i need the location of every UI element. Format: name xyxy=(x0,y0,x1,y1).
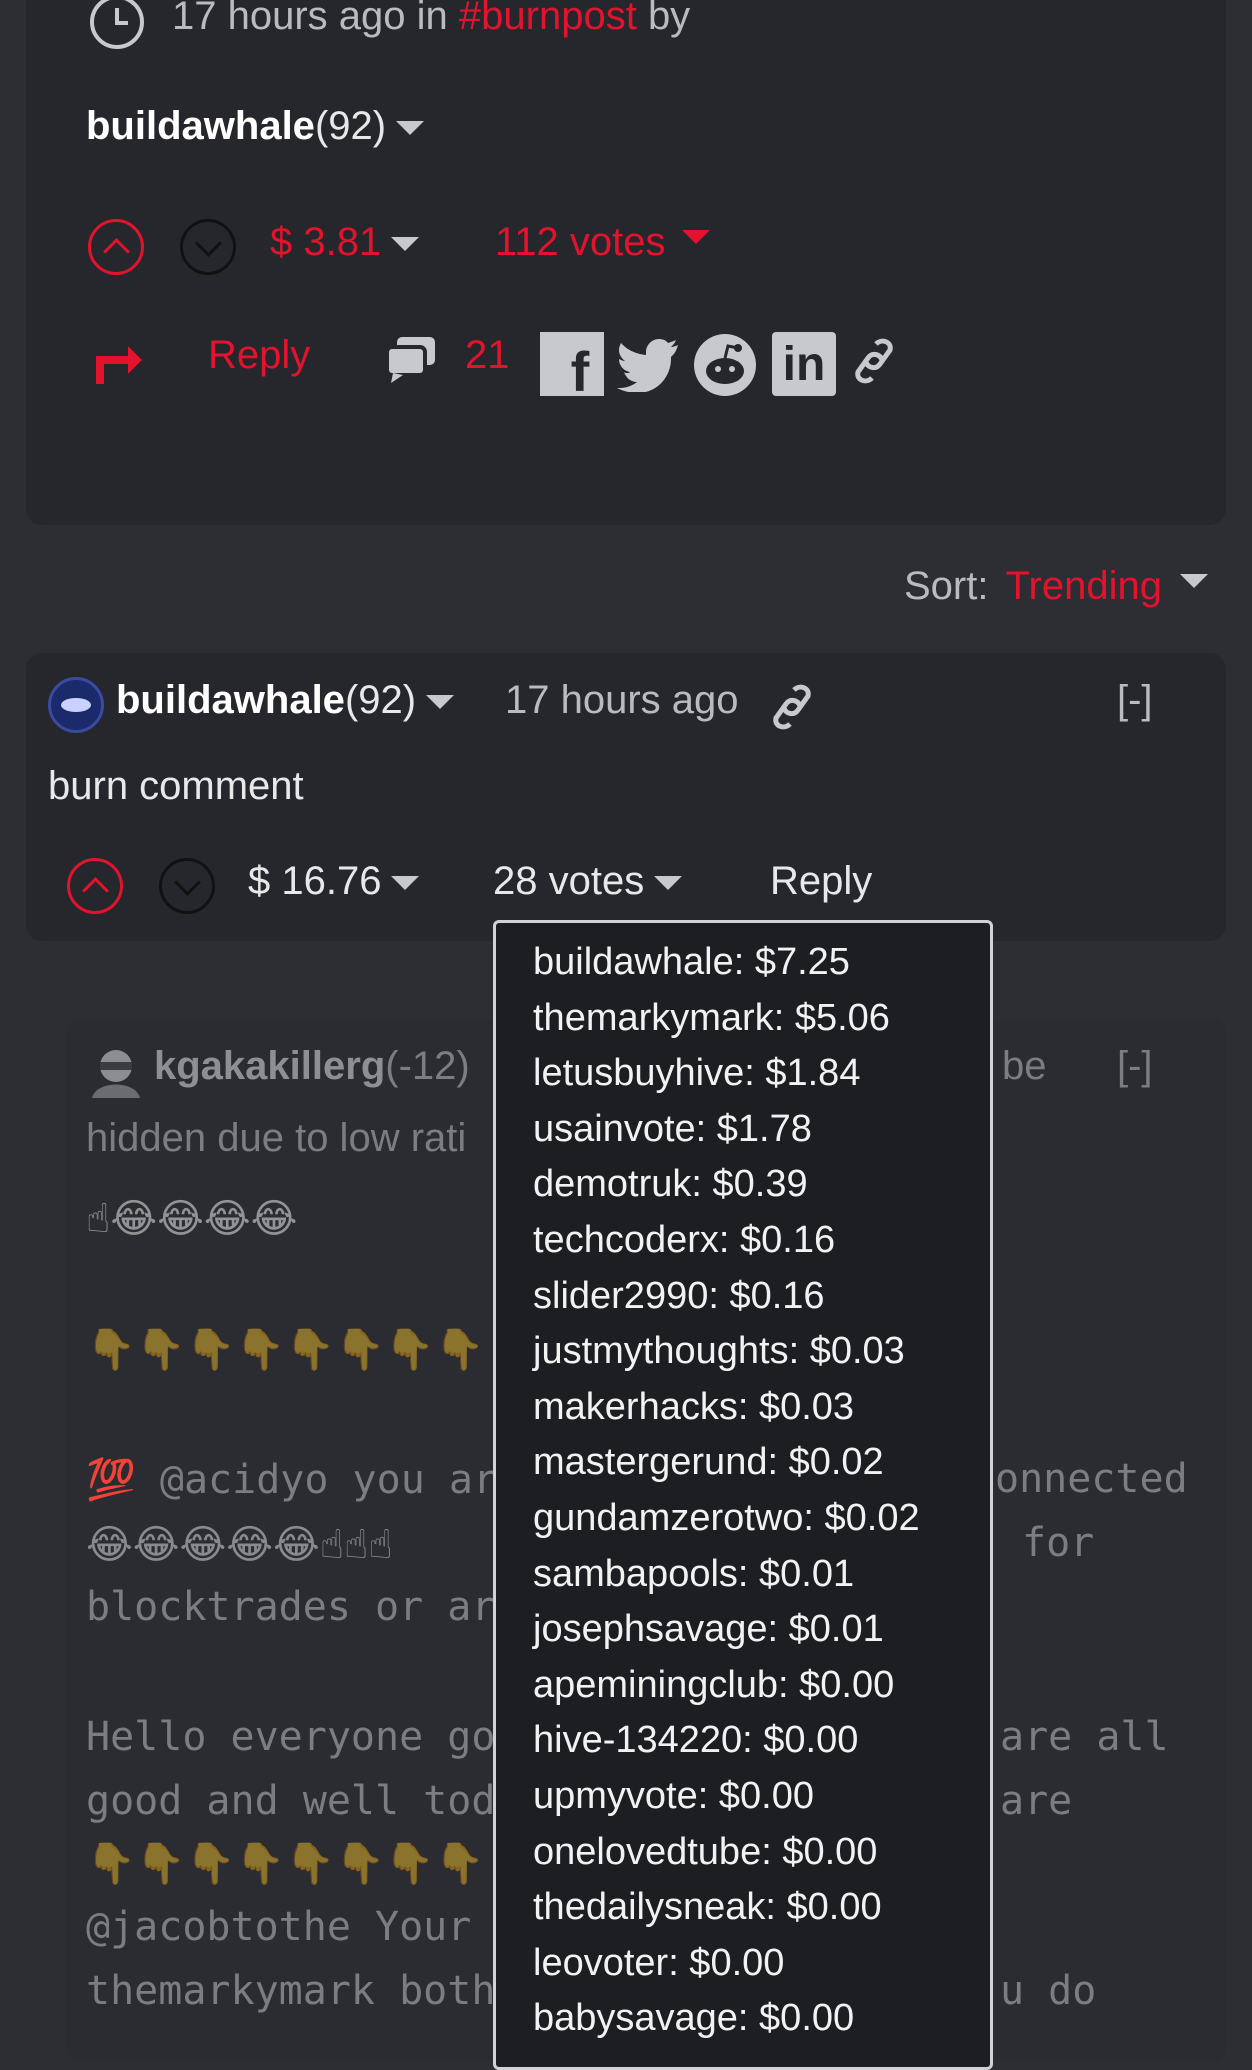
voter-row[interactable]: justmythoughts: $0.03 xyxy=(533,1324,990,1380)
reply-line-good: good and well tod xyxy=(86,1778,496,1824)
reply-line-connected: onnected xyxy=(995,1456,1188,1502)
comment-author-row[interactable]: buildawhale(92) xyxy=(116,678,455,723)
reply-avatar[interactable] xyxy=(86,1046,142,1098)
comment-downvote-button[interactable] xyxy=(159,858,215,914)
reply-line-are: are xyxy=(1000,1778,1073,1824)
reply-line-jacob: @jacobtothe Your xyxy=(86,1904,472,1950)
post-author-row[interactable]: buildawhale(92) xyxy=(86,104,425,149)
post-reputation: (92) xyxy=(314,104,387,148)
voter-row[interactable]: makerhacks: $0.03 xyxy=(533,1380,990,1436)
reddit-icon[interactable] xyxy=(692,332,758,403)
avatar[interactable] xyxy=(48,677,104,733)
reply-author[interactable]: kgakakillerg xyxy=(154,1044,385,1088)
reply-line-acidyo: 💯 @acidyo you ar xyxy=(86,1457,498,1503)
voter-row[interactable]: techcoderx: $0.16 xyxy=(533,1213,990,1269)
voter-row[interactable]: buildawhale: $7.25 xyxy=(533,935,990,991)
chevron-up-icon xyxy=(102,237,130,265)
voter-row[interactable]: themarkymark: $5.06 xyxy=(533,991,990,1047)
reply-emoji-line-3: 😂😂😂😂😂☝☝☝ xyxy=(86,1523,393,1567)
comment-time: 17 hours ago xyxy=(505,678,739,722)
reply-line-hello: Hello everyone go xyxy=(86,1714,496,1760)
sort-caret-icon[interactable] xyxy=(1180,574,1208,589)
voter-row[interactable]: upmyvote: $0.00 xyxy=(533,1769,990,1825)
voters-popup: buildawhale: $7.25 themarkymark: $5.06 let… xyxy=(493,920,993,2070)
reply-line-are-all: are all xyxy=(1000,1714,1169,1760)
post-reply-button[interactable]: Reply xyxy=(208,333,310,378)
voter-row[interactable]: hive-134220: $0.00 xyxy=(533,1713,990,1769)
comment-votes-caret-icon[interactable] xyxy=(654,876,683,891)
comment-permalink-icon[interactable] xyxy=(770,682,814,737)
author-menu-caret-icon[interactable] xyxy=(396,121,425,136)
reply-author-row[interactable]: kgakakillerg(-12) xyxy=(154,1044,470,1089)
reply-line-for: for xyxy=(1022,1520,1095,1566)
chevron-down-icon xyxy=(173,868,201,896)
reply-collapse-toggle[interactable]: [-] xyxy=(1117,1044,1153,1089)
post-time: 17 hours ago in xyxy=(172,0,448,38)
reply-emoji-line-1: ☝😂😂😂😂 xyxy=(86,1197,298,1241)
voter-row[interactable]: mastergerund: $0.02 xyxy=(533,1435,990,1491)
sort-label: Sort: xyxy=(904,564,989,608)
sort-value[interactable]: Trending xyxy=(1006,564,1162,608)
voter-row[interactable]: demotruk: $0.39 xyxy=(533,1157,990,1213)
reply-line-u-do: u do xyxy=(1000,1968,1097,2014)
comment-author-caret-icon[interactable] xyxy=(426,695,455,710)
comment-payout-value: $ 16.76 xyxy=(248,859,382,903)
facebook-icon[interactable]: f xyxy=(540,332,604,403)
reply-emoji-line-4: 👇👇👇👇👇👇👇👇 xyxy=(86,1842,485,1886)
voter-row[interactable]: letusbuyhive: $1.84 xyxy=(533,1046,990,1102)
comment-votes[interactable]: 28 votes xyxy=(493,859,683,904)
reblog-icon[interactable] xyxy=(90,340,144,391)
comment-upvote-button[interactable] xyxy=(67,858,123,914)
reply-line-markymark: themarkymark both xyxy=(86,1968,496,2014)
reply-reputation: (-12) xyxy=(385,1044,470,1088)
voter-row[interactable]: slider2990: $0.16 xyxy=(533,1269,990,1325)
comment-body: burn comment xyxy=(48,764,304,808)
reply-emoji-line-2: 👇👇👇👇👇👇👇👇 xyxy=(86,1328,485,1372)
comment-payout-caret-icon[interactable] xyxy=(391,876,420,891)
sort-control[interactable]: Sort: Trending xyxy=(904,564,1208,609)
reply-partial-text-be: be xyxy=(1002,1044,1047,1088)
voter-row[interactable]: onelovedtube: $0.00 xyxy=(533,1825,990,1881)
post-community-link[interactable]: #burnpost xyxy=(459,0,637,38)
voter-row[interactable]: apeminingclub: $0.00 xyxy=(533,1658,990,1714)
post-votes[interactable]: 112 votes xyxy=(495,220,710,265)
reply-line-blocktrades: blocktrades or ar xyxy=(86,1584,496,1630)
clock-icon xyxy=(88,0,146,57)
payout-caret-icon[interactable] xyxy=(391,237,420,252)
avatar-whale-icon xyxy=(61,698,91,712)
comment-collapse-toggle[interactable]: [-] xyxy=(1117,678,1153,723)
twitter-icon[interactable] xyxy=(616,336,682,397)
comments-icon[interactable] xyxy=(383,333,439,390)
comment-reputation: (92) xyxy=(344,678,417,722)
voter-row[interactable]: thedailysneak: $0.00 xyxy=(533,1880,990,1936)
voter-row[interactable]: josephsavage: $0.01 xyxy=(533,1602,990,1658)
post-meta: 17 hours ago in #burnpost by xyxy=(172,0,690,39)
linkedin-icon[interactable]: in xyxy=(772,332,836,396)
comment-count[interactable]: 21 xyxy=(465,333,510,378)
voter-row[interactable]: sambapools: $0.01 xyxy=(533,1547,990,1603)
post-by: by xyxy=(647,0,691,38)
voter-row[interactable]: gundamzerotwo: $0.02 xyxy=(533,1491,990,1547)
downvote-button[interactable] xyxy=(180,219,236,275)
chevron-up-icon xyxy=(81,876,109,904)
reply-hidden-notice: hidden due to low rati xyxy=(86,1116,467,1160)
comment-votes-value: 28 votes xyxy=(493,859,645,903)
post-payout[interactable]: $ 3.81 xyxy=(270,220,420,265)
post-votes-value: 112 votes xyxy=(495,220,666,264)
post-author[interactable]: buildawhale xyxy=(86,104,315,148)
voter-row[interactable]: leovoter: $0.00 xyxy=(533,1936,990,1992)
voter-row[interactable]: babysavage: $0.00 xyxy=(533,1991,990,2047)
post-payout-value: $ 3.81 xyxy=(270,220,382,264)
voter-row[interactable]: usainvote: $1.78 xyxy=(533,1102,990,1158)
chevron-down-icon xyxy=(194,229,222,257)
comment-author[interactable]: buildawhale xyxy=(116,678,345,722)
votes-caret-icon[interactable] xyxy=(681,230,710,245)
voter-list: buildawhale: $7.25 themarkymark: $5.06 let… xyxy=(533,935,990,2047)
upvote-button[interactable] xyxy=(88,219,144,275)
comment-reply-button[interactable]: Reply xyxy=(770,859,872,904)
comment-payout[interactable]: $ 16.76 xyxy=(248,859,420,904)
permalink-icon[interactable] xyxy=(852,336,896,391)
